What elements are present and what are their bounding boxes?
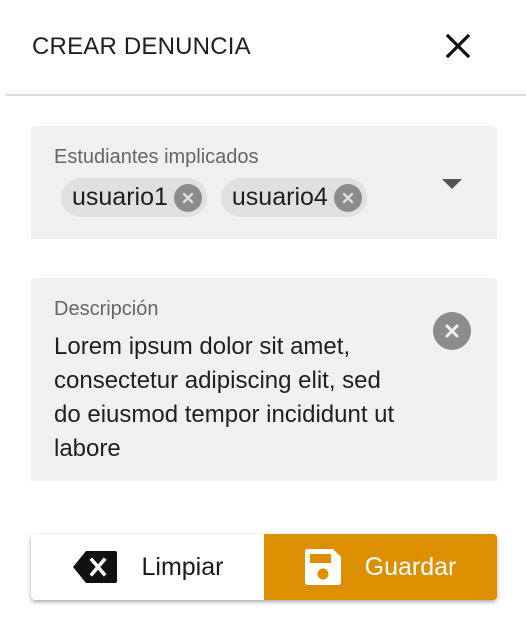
student-chip[interactable]: usuario4 — [220, 178, 367, 217]
cancel-icon — [342, 192, 354, 203]
description-field[interactable]: Descripción Lorem ipsum dolor sit amet, … — [31, 278, 497, 481]
dialog-title: CREAR DENUNCIA — [32, 33, 251, 60]
chip-label: usuario4 — [231, 183, 328, 211]
save-icon — [304, 549, 341, 585]
students-label: Estudiantes implicados — [54, 146, 259, 168]
remove-chip-button[interactable] — [333, 183, 362, 212]
close-icon — [445, 33, 471, 59]
close-button[interactable] — [437, 25, 479, 67]
remove-chip-button[interactable] — [173, 183, 202, 212]
save-button[interactable]: Guardar — [264, 534, 497, 600]
clear-circle-icon — [445, 324, 459, 338]
save-button-label: Guardar — [364, 552, 457, 581]
clear-button-label: Limpiar — [141, 552, 224, 581]
cancel-icon — [182, 192, 194, 203]
description-label: Descripción — [54, 298, 159, 320]
description-input[interactable]: Lorem ipsum dolor sit amet, consectetur … — [54, 330, 404, 466]
student-chip[interactable]: usuario1 — [61, 178, 207, 217]
chip-label: usuario1 — [72, 183, 168, 211]
clear-button[interactable]: Limpiar — [31, 534, 264, 600]
backspace-icon — [72, 550, 118, 584]
arrow-drop-down-icon — [442, 179, 462, 189]
clear-description-button[interactable] — [433, 312, 471, 350]
students-chips: usuario1 usuario4 — [61, 178, 367, 217]
dialog-header: CREAR DENUNCIA — [0, 0, 526, 94]
header-divider — [5, 94, 526, 96]
students-select[interactable]: Estudiantes implicados usuario1 usuario4 — [31, 126, 497, 239]
action-buttons: Limpiar Guardar — [31, 534, 497, 600]
dropdown-toggle[interactable] — [440, 172, 464, 196]
